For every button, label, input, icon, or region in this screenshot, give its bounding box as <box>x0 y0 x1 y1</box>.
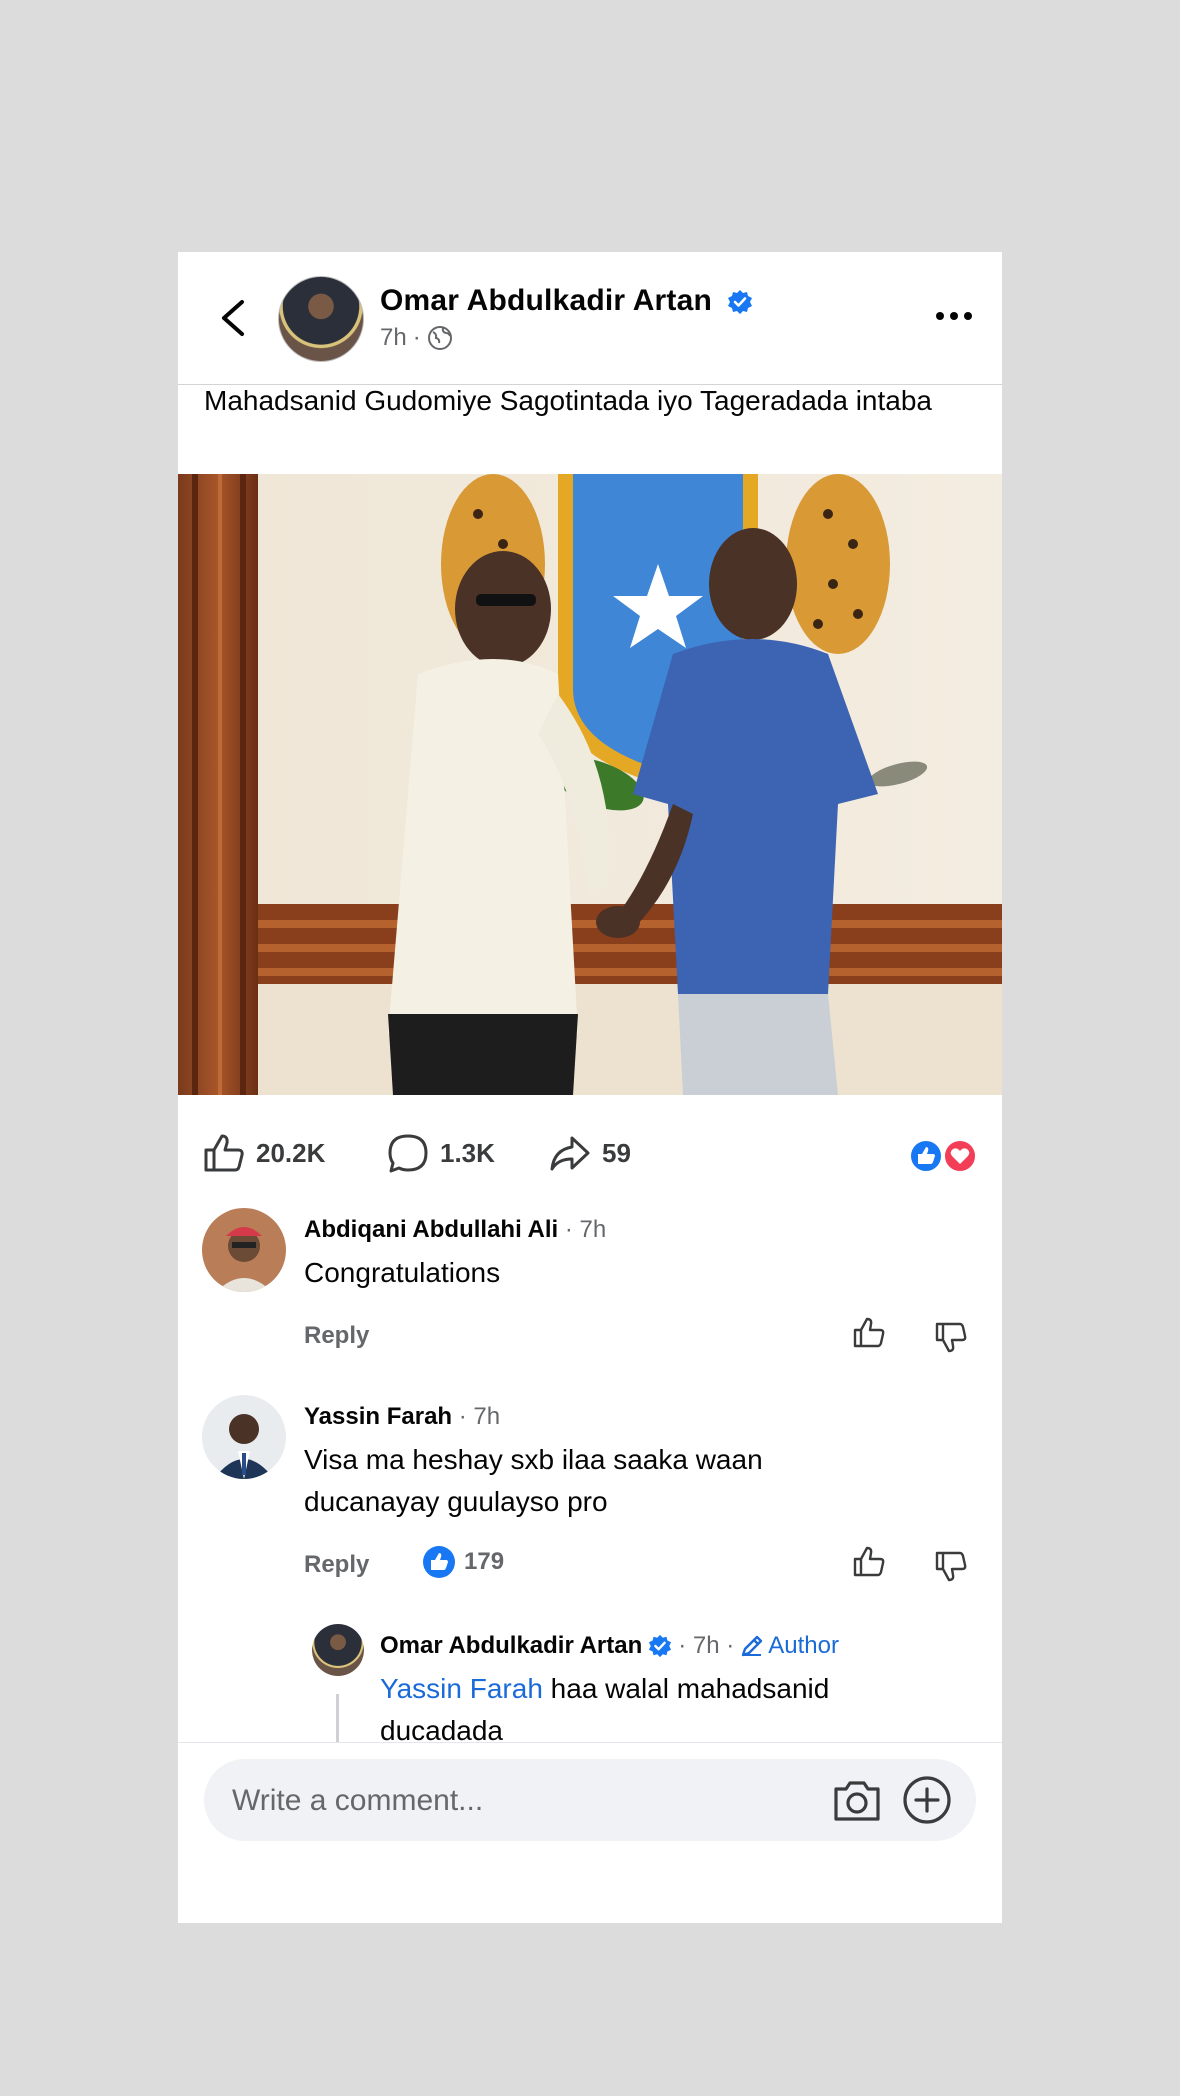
comment-likes: 179 <box>464 1548 505 1575</box>
author-name-row[interactable]: Omar Abdulkadir Artan <box>380 284 753 318</box>
comment-composer[interactable] <box>204 1759 976 1841</box>
camera-icon[interactable] <box>832 1777 882 1823</box>
reaction-love-icon <box>943 1139 977 1173</box>
thumbs-up-icon[interactable] <box>852 1545 886 1579</box>
thumbs-up-icon[interactable] <box>852 1316 886 1350</box>
verified-badge-icon <box>649 1634 672 1658</box>
comment-text: Visa ma heshay sxb ilaa saaka waan ducan… <box>304 1444 763 1517</box>
author-badge: Author <box>740 1632 839 1660</box>
post-meta: 7h · <box>380 324 453 352</box>
reaction-like-icon <box>909 1139 943 1173</box>
post-screen: Omar Abdulkadir Artan 7h · Mahadsanid Gu… <box>178 252 1002 1923</box>
commenter-avatar[interactable] <box>202 1395 286 1479</box>
reply-button[interactable]: Reply <box>304 1551 369 1579</box>
comment-composer-bar <box>178 1742 1002 1923</box>
comment-count: 1.3K <box>440 1137 495 1168</box>
plus-circle-icon[interactable] <box>902 1775 952 1825</box>
back-arrow-icon[interactable] <box>214 296 254 340</box>
comment-time: · 7h <box>458 1403 501 1430</box>
reaction-summary[interactable] <box>908 1138 978 1174</box>
meta-separator: · <box>412 324 421 351</box>
share-count: 59 <box>602 1137 631 1168</box>
thumbs-down-icon[interactable] <box>934 1549 968 1583</box>
thumbs-down-icon[interactable] <box>934 1320 968 1354</box>
verified-badge-icon <box>727 290 752 315</box>
commenter-name-row: Yassin Farah · 7h <box>304 1403 500 1431</box>
commenter-name-row: Abdiqani Abdullahi Ali · 7h <box>304 1216 606 1244</box>
reply-time: · 7h · <box>678 1632 735 1659</box>
post-time: 7h <box>380 324 407 351</box>
share-button[interactable]: 59 <box>548 1132 631 1174</box>
reply-author-name[interactable]: Omar Abdulkadir Artan <box>380 1632 642 1660</box>
reply-avatar[interactable] <box>312 1624 364 1676</box>
like-count: 20.2K <box>256 1137 326 1168</box>
comment-input[interactable] <box>230 1779 794 1823</box>
author-badge-label: Author <box>768 1632 839 1659</box>
share-icon <box>550 1136 590 1171</box>
globe-icon <box>427 326 452 350</box>
edit-pen-icon <box>742 1635 763 1657</box>
commenter-avatar[interactable] <box>202 1208 286 1292</box>
comment-button[interactable]: 1.3K <box>386 1132 495 1174</box>
comment-icon <box>388 1134 428 1173</box>
reply-text: Yassin Farah haa walal mahadsanid ducada… <box>380 1668 920 1752</box>
post-header: Omar Abdulkadir Artan 7h · <box>178 252 1002 385</box>
author-avatar[interactable] <box>278 276 364 362</box>
comment-time: · 7h <box>564 1216 607 1243</box>
more-icon[interactable] <box>932 306 976 326</box>
post-caption: Mahadsanid Gudomiye Sagotintada iyo Tage… <box>204 385 932 416</box>
comment-text: Congratulations <box>304 1257 501 1288</box>
author-name[interactable]: Omar Abdulkadir Artan <box>380 284 712 317</box>
post-actions: 20.2K 1.3K 59 <box>178 1116 1002 1188</box>
reply-mention[interactable]: Yassin Farah <box>380 1673 543 1704</box>
reply-button[interactable]: Reply <box>304 1322 369 1350</box>
commenter-name[interactable]: Abdiqani Abdullahi Ali <box>304 1216 558 1243</box>
commenter-name[interactable]: Yassin Farah <box>304 1403 452 1430</box>
reply-name-row: Omar Abdulkadir Artan · 7h · Author <box>380 1632 839 1660</box>
reaction-like-icon <box>423 1546 455 1578</box>
like-icon <box>204 1134 244 1172</box>
comment-like-count[interactable]: 179 <box>422 1545 504 1579</box>
post-photo[interactable] <box>178 474 1002 1095</box>
like-button[interactable]: 20.2K <box>202 1132 325 1174</box>
